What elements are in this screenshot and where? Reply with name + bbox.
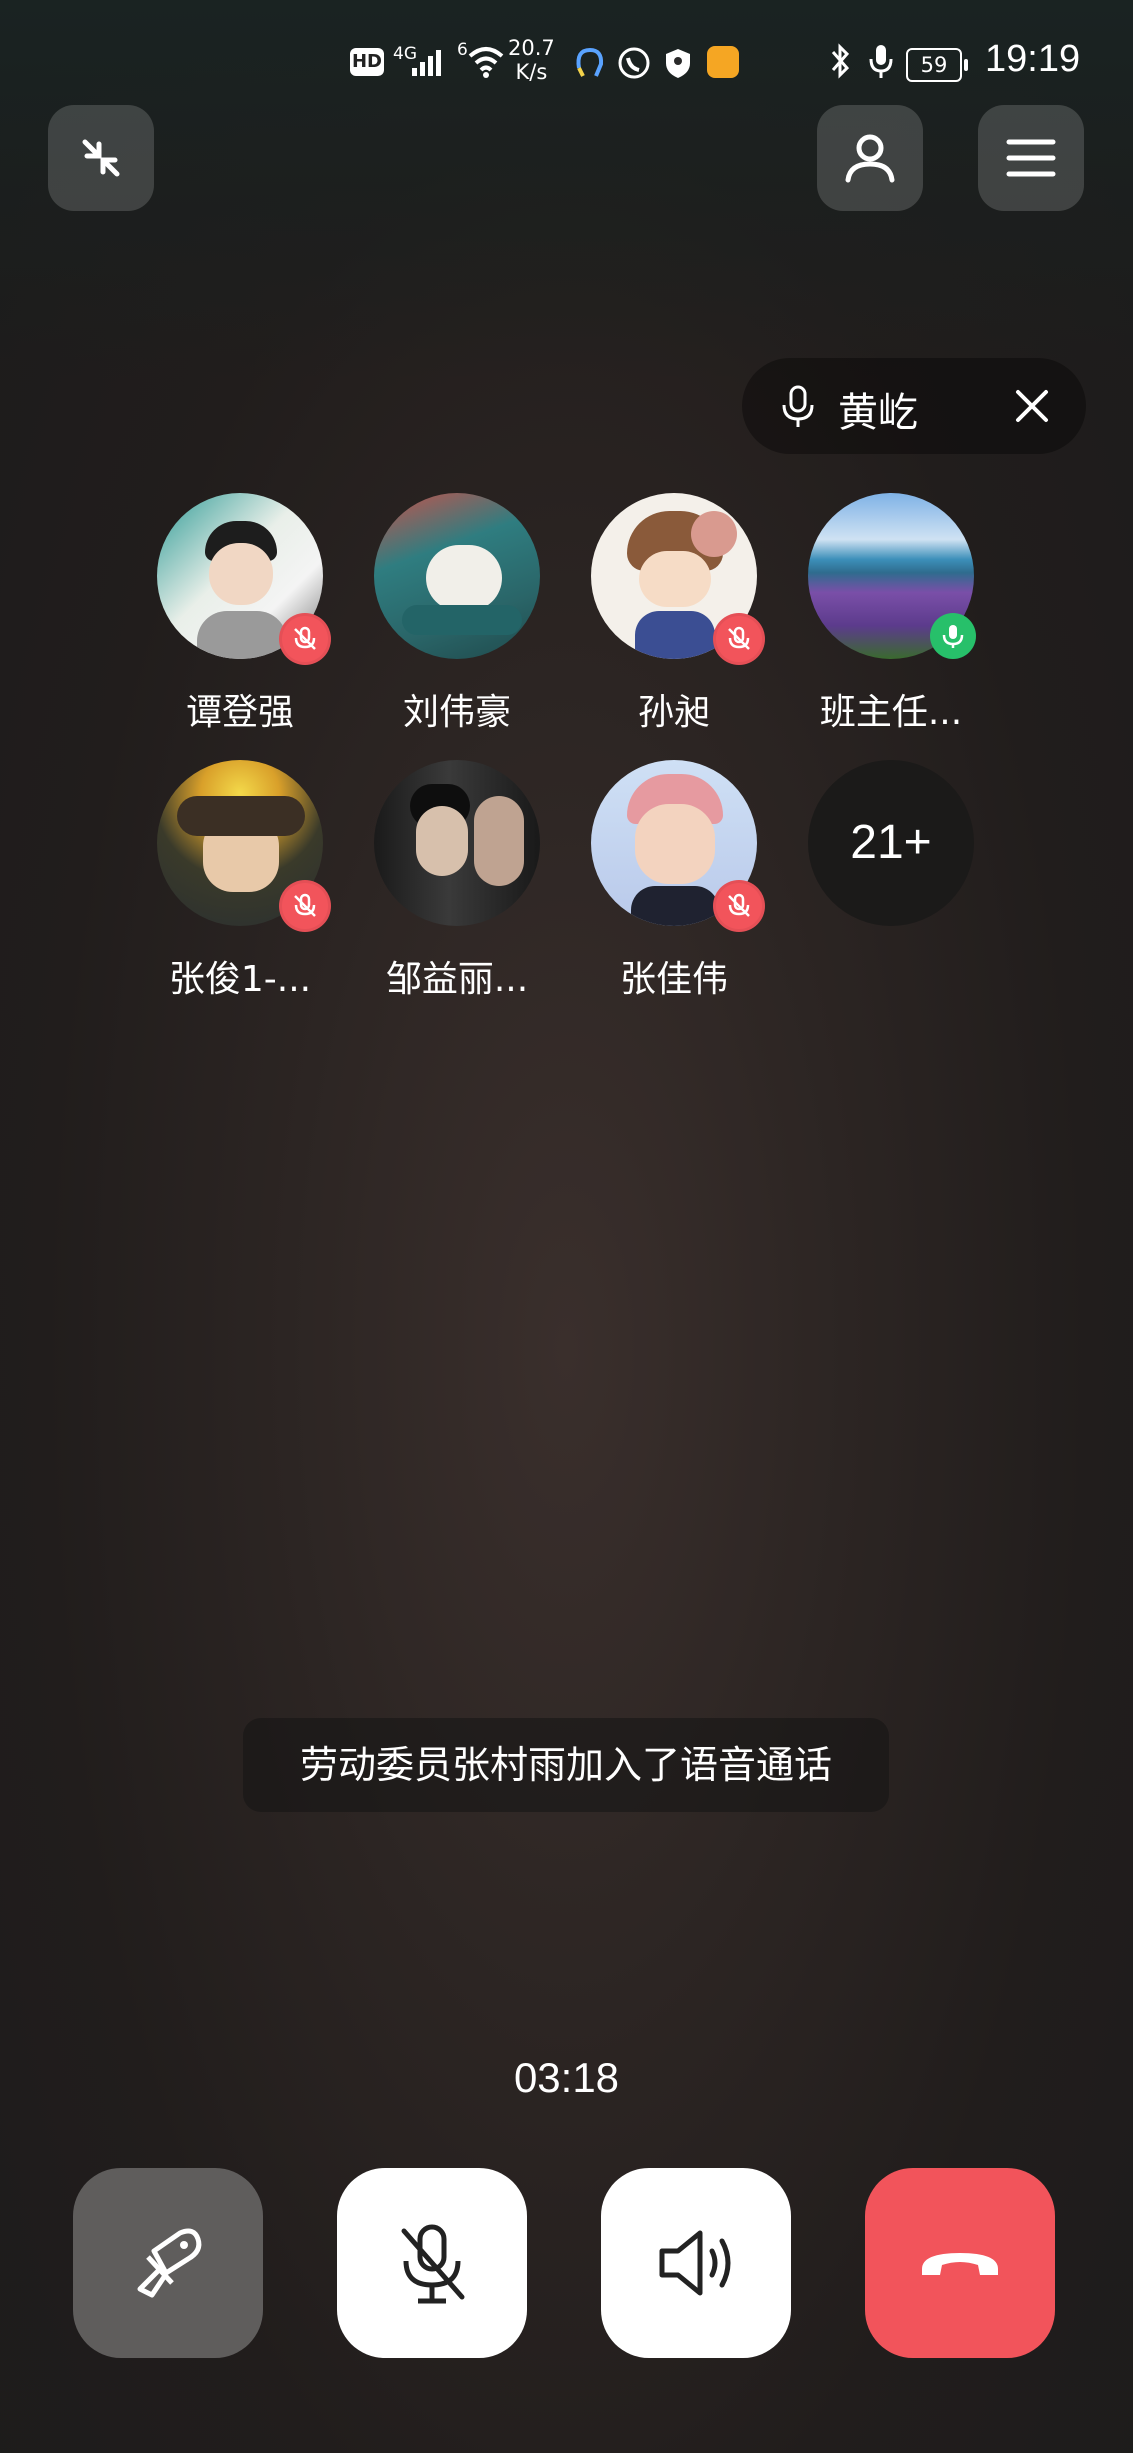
call-timer: 03:18 (513, 2054, 620, 2101)
orange-app-icon (707, 46, 739, 78)
muted-badge (279, 613, 331, 665)
close-icon[interactable] (1010, 384, 1054, 428)
participant-tile[interactable]: 邹益丽... (342, 760, 542, 1010)
mic-icon (942, 625, 964, 648)
net-speed-value: 20.7 (508, 36, 555, 60)
muted-badge (279, 880, 331, 932)
person-icon (845, 134, 895, 183)
mic-off-icon (401, 2224, 465, 2304)
speaker-button[interactable] (601, 2168, 791, 2358)
participant-tile[interactable]: 谭登强 (125, 493, 331, 743)
participant-tile[interactable]: 张俊1-... (125, 760, 331, 1010)
screen-share-button[interactable] (73, 2168, 263, 2358)
wifi-icon (468, 47, 504, 78)
participant-tile[interactable]: 班主任... (776, 493, 976, 743)
collapse-icon (82, 139, 120, 177)
hang-up-icon (922, 2253, 998, 2275)
bluetooth-icon (831, 43, 850, 79)
speaking-badge (930, 613, 976, 659)
participant-name: 刘伟豪 (402, 692, 511, 733)
speaking-indicator: 黄屹 (742, 358, 1086, 454)
minimize-call-button[interactable] (48, 105, 154, 211)
participant-name: 谭登强 (185, 692, 294, 733)
mic-off-icon (294, 893, 316, 917)
participant-name: 孙昶 (637, 692, 710, 733)
avatar (374, 760, 540, 926)
speaker-icon (659, 2230, 731, 2296)
clock: 19:19 (985, 38, 1081, 80)
menu-button[interactable] (978, 105, 1084, 211)
mic-off-icon (294, 626, 316, 650)
participant-name: 班主任... (819, 692, 963, 733)
mic-off-icon (728, 893, 750, 917)
status-bar: HD 4G 6 20.7 K/s 59 19:19 (0, 0, 1133, 130)
participant-tile[interactable]: 孙昶 (559, 493, 765, 743)
net-speed-unit: K/s (515, 60, 548, 84)
avatar (374, 493, 540, 659)
mic-off-icon (728, 626, 750, 650)
hang-up-button[interactable] (865, 2168, 1055, 2358)
screen-share-icon (137, 2228, 202, 2298)
participant-tile[interactable]: 刘伟豪 (342, 493, 542, 743)
more-participants-button[interactable]: 21+ (808, 760, 974, 926)
participant-name: 张俊1-... (168, 959, 312, 1000)
join-notification: 劳动委员张村雨加入了语音通话 (243, 1718, 889, 1812)
participant-name: 张佳伟 (619, 959, 728, 1000)
hd-badge: HD (350, 48, 384, 76)
menu-icon (1006, 139, 1056, 177)
mute-button[interactable] (337, 2168, 527, 2358)
add-participant-button[interactable] (817, 105, 923, 211)
speaking-name: 黄屹 (838, 390, 918, 436)
muted-badge (713, 880, 765, 932)
battery-indicator: 59 (906, 48, 968, 82)
network-speed: 20.7 K/s (508, 36, 555, 84)
cellular-signal-icon (412, 50, 441, 76)
microphone-status-icon (869, 45, 893, 78)
mic-icon (782, 385, 814, 427)
call-app-icon (618, 47, 650, 79)
shield-app-icon (666, 49, 690, 78)
muted-badge (713, 613, 765, 665)
participant-tile[interactable]: 张佳伟 (559, 760, 765, 1010)
participant-name: 邹益丽... (385, 959, 529, 1000)
headset-app-icon (576, 47, 604, 77)
